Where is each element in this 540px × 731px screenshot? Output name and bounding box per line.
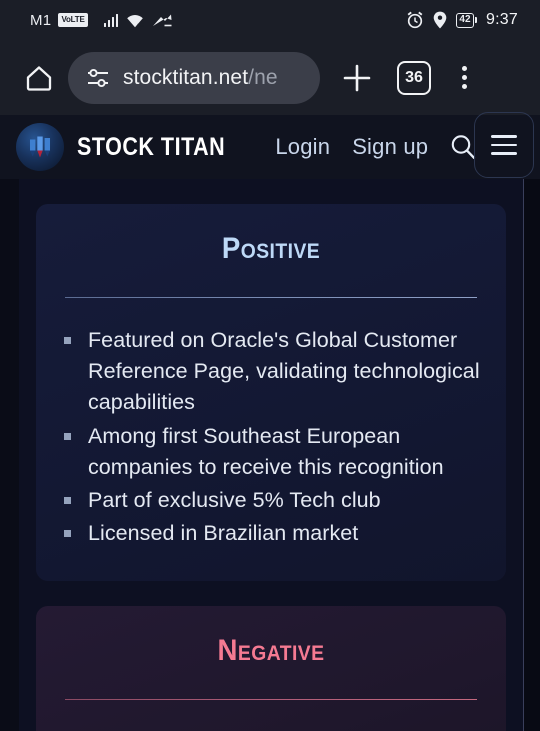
battery-level-label: 42	[455, 12, 475, 28]
signup-link[interactable]: Sign up	[352, 134, 428, 160]
list-item: None.	[62, 727, 480, 731]
site-header: STOCK TITAN Login Sign up	[0, 112, 540, 179]
volte-badge: VoLTE	[58, 13, 88, 27]
url-path: /ne	[248, 65, 278, 89]
stock-titan-logo-icon	[16, 123, 64, 171]
location-pin-icon	[433, 11, 447, 29]
login-link[interactable]: Login	[275, 134, 330, 160]
negative-sentiment-card: Negative None.	[36, 606, 506, 731]
signal-bars-icon	[103, 13, 119, 27]
three-dot-menu-icon-dot	[461, 75, 467, 80]
page-settings-icon[interactable]	[86, 67, 110, 89]
three-dot-menu-icon-dot	[461, 66, 467, 71]
positive-bullet-list: Featured on Oracle's Global Customer Ref…	[62, 325, 480, 549]
list-item: Licensed in Brazilian market	[62, 518, 480, 549]
page-content: Positive Featured on Oracle's Global Cus…	[19, 179, 523, 731]
url-text: stocktitan.net/ne	[123, 66, 278, 90]
tab-count-label: 36	[397, 60, 431, 95]
new-tab-button[interactable]	[328, 63, 386, 93]
positive-card-title: Positive	[221, 232, 321, 265]
url-host: stocktitan.net	[123, 65, 249, 89]
three-dot-menu-icon-dot	[461, 84, 467, 89]
page-left-margin	[0, 179, 19, 731]
wifi-icon	[127, 14, 145, 27]
browser-toolbar: stocktitan.net/ne 36	[0, 40, 540, 115]
negative-bullet-list: None.	[62, 727, 480, 731]
negative-card-title: Negative	[217, 634, 325, 668]
status-bar-left-group: M1 VoLTE	[30, 12, 173, 29]
alarm-clock-icon	[407, 11, 423, 29]
home-icon	[26, 65, 52, 91]
clock-label: 9:37	[486, 11, 518, 28]
positive-sentiment-card: Positive Featured on Oracle's Global Cus…	[36, 204, 506, 582]
plus-icon	[343, 64, 371, 91]
browser-overflow-menu-button[interactable]	[442, 66, 486, 89]
hamburger-menu-icon-line	[491, 135, 517, 138]
hamburger-menu-icon-line	[491, 152, 517, 155]
positive-card-divider	[65, 297, 477, 298]
system-status-bar: M1 VoLTE 42 9:37	[0, 0, 540, 40]
battery-tip	[475, 17, 478, 23]
header-nav-links: Login Sign up	[275, 134, 428, 160]
mobile-browser-screen: M1 VoLTE 42 9:37 stocktitan.net/ne 36 ST…	[0, 0, 540, 731]
list-item: Among first Southeast European companies…	[62, 421, 480, 483]
home-button[interactable]	[16, 62, 62, 94]
web-page-viewport: Positive Featured on Oracle's Global Cus…	[0, 179, 540, 731]
hamburger-menu-icon-line	[491, 143, 517, 147]
carrier-label: M1	[30, 11, 52, 29]
site-logo-link[interactable]: STOCK TITAN	[16, 123, 249, 171]
list-item: Part of exclusive 5% Tech club	[62, 485, 480, 516]
network-activity-icon	[153, 14, 172, 26]
page-right-margin	[523, 179, 540, 731]
list-item: Featured on Oracle's Global Customer Ref…	[62, 325, 480, 419]
address-bar[interactable]: stocktitan.net/ne	[68, 51, 320, 104]
hamburger-menu-button[interactable]	[474, 112, 534, 178]
battery-indicator: 42	[455, 12, 478, 28]
brand-name: STOCK TITAN	[77, 132, 226, 161]
tab-switcher-button[interactable]: 36	[386, 60, 442, 95]
status-bar-right-group: 42 9:37	[406, 11, 518, 29]
negative-card-divider	[65, 699, 477, 701]
